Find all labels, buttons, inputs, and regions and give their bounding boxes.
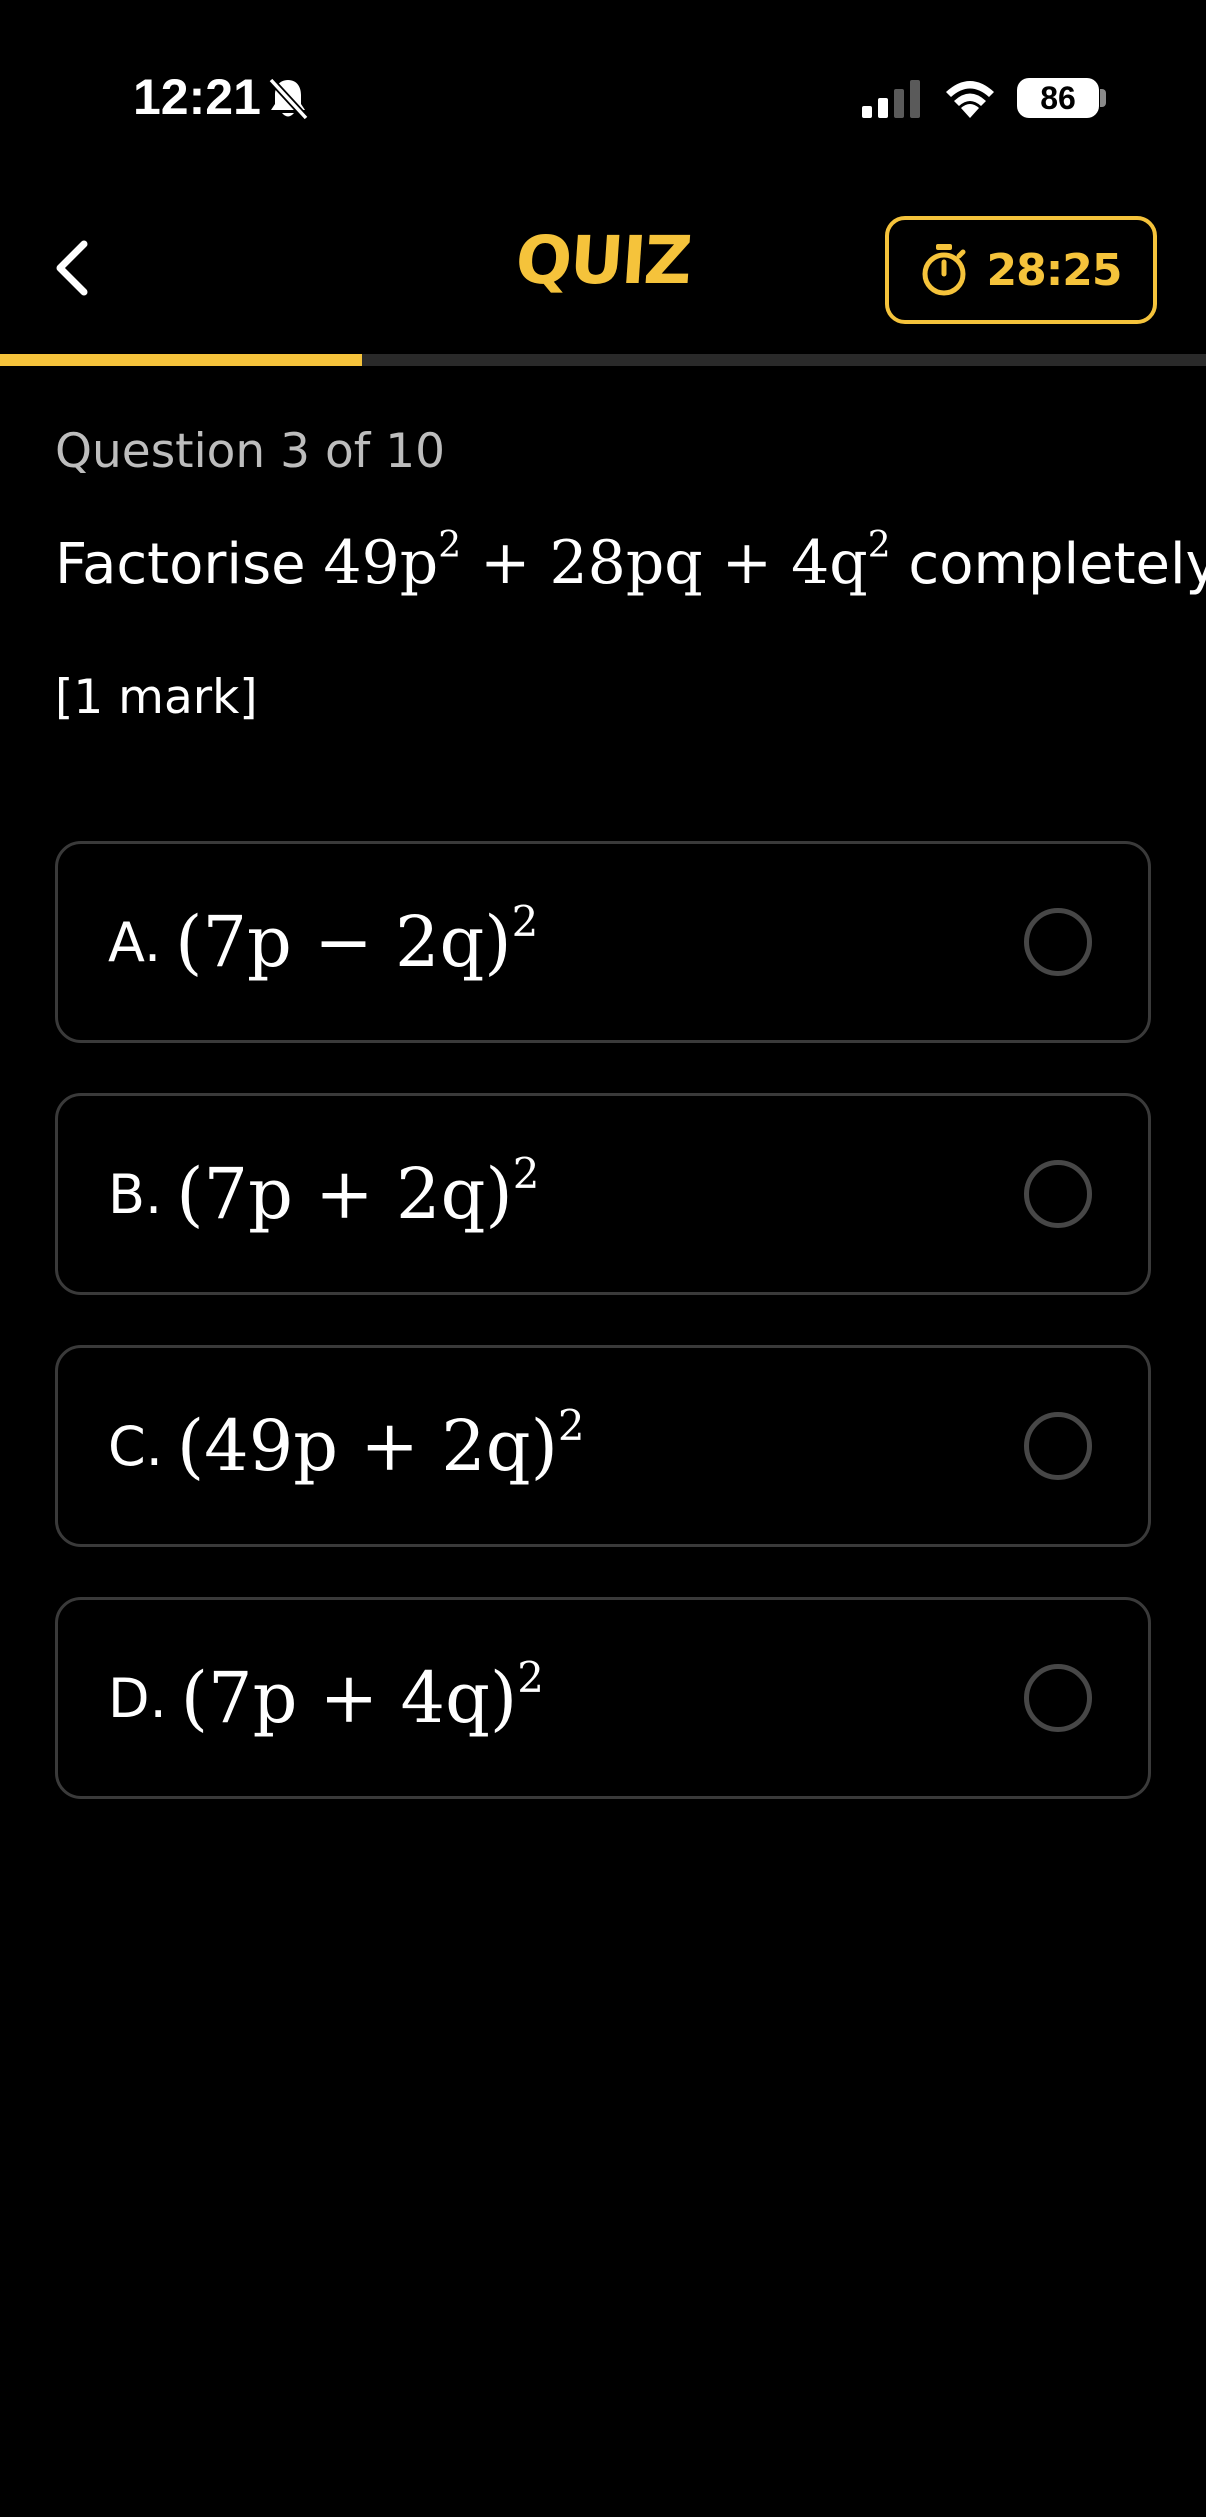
bell-slash-icon (268, 77, 309, 121)
status-time: 12:21 (133, 69, 261, 125)
progress-bar (0, 354, 1206, 366)
question-suffix: completely. (908, 532, 1206, 597)
radio-button[interactable] (1024, 1412, 1092, 1480)
question-counter: Question 3 of 10 (55, 424, 446, 479)
radio-button[interactable] (1024, 1664, 1092, 1732)
option-label: A. (7p − 2q)2 (108, 897, 539, 984)
option-label: C. (49p + 2q)2 (108, 1401, 585, 1488)
battery-icon: 86 (1017, 78, 1099, 118)
cellular-signal-icon (862, 80, 920, 118)
battery-nub (1100, 89, 1106, 107)
quiz-screen: 12:21 86 QUIZ 28:25 Question 3 of 10 Fac… (0, 0, 1206, 2517)
option-a[interactable]: A. (7p − 2q)2 (55, 841, 1151, 1043)
timer-badge[interactable]: 28:25 (885, 216, 1157, 324)
radio-button[interactable] (1024, 908, 1092, 976)
question-prefix: Factorise (55, 532, 306, 597)
question-text: Factorise 49p2 + 28pq + 4q2 completely. (55, 525, 1206, 599)
stopwatch-icon (922, 244, 966, 296)
radio-button[interactable] (1024, 1160, 1092, 1228)
option-b[interactable]: B. (7p + 2q)2 (55, 1093, 1151, 1295)
wifi-icon (946, 81, 994, 118)
option-c[interactable]: C. (49p + 2q)2 (55, 1345, 1151, 1547)
option-d[interactable]: D. (7p + 4q)2 (55, 1597, 1151, 1799)
question-expression: 49p2 + 28pq + 4q2 (323, 525, 891, 599)
option-label: D. (7p + 4q)2 (108, 1653, 544, 1740)
progress-fill (0, 354, 362, 366)
question-marks: [1 mark] (55, 670, 258, 725)
timer-value: 28:25 (986, 244, 1122, 296)
option-label: B. (7p + 2q)2 (108, 1149, 540, 1236)
